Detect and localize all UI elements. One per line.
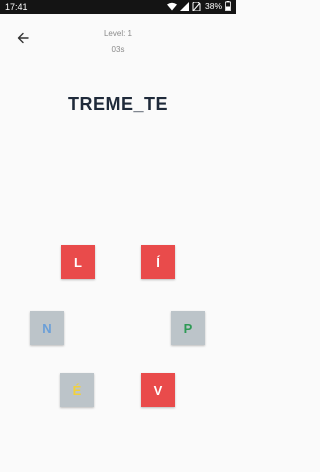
no-sim-icon [192,1,201,11]
wifi-icon [166,2,177,11]
tile-letter: É [72,382,82,398]
battery-icon [225,1,231,11]
tile-letter: P [183,320,193,336]
tile-letter: L [74,254,82,270]
status-time: 17:41 [5,2,28,12]
letter-tile-v[interactable]: V [141,373,175,407]
level-label: Level: 1 [103,29,133,38]
status-bar: 17:41 38% [0,0,236,14]
letter-tile-i-acute[interactable]: Í [141,245,175,279]
tile-letter: N [42,320,52,336]
signal-icon [179,1,189,11]
battery-percent: 38% [204,1,222,11]
tile-letter: V [153,382,163,398]
letter-tile-e-acute[interactable]: É [60,373,94,407]
letter-tile-n[interactable]: N [30,311,64,345]
status-icons: 38% [166,1,231,11]
timer-label: 03s [111,45,125,54]
letter-tile-p[interactable]: P [171,311,205,345]
puzzle-word: TREME_TE [67,94,168,114]
letter-tile-l[interactable]: L [61,245,95,279]
tile-letter: Í [156,254,160,270]
